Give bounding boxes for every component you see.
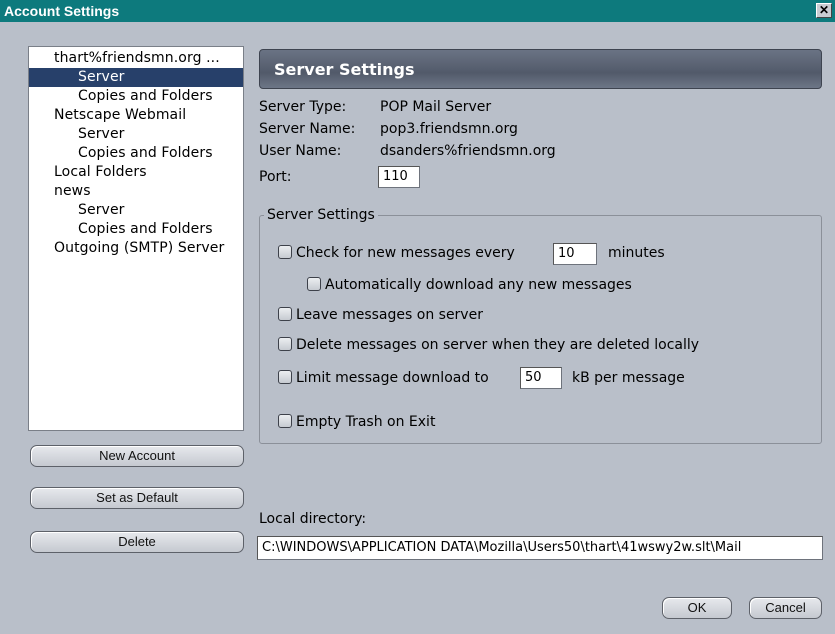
ok-button[interactable]: OK bbox=[662, 597, 732, 619]
server-settings-group-title: Server Settings bbox=[264, 207, 378, 223]
empty-trash-row[interactable]: Empty Trash on Exit bbox=[278, 412, 435, 432]
server-type-label: Server Type: bbox=[259, 99, 347, 115]
minutes-label: minutes bbox=[608, 245, 665, 261]
window-title: Account Settings bbox=[4, 3, 120, 19]
port-label: Port: bbox=[259, 169, 292, 185]
delete-on-server-checkbox[interactable] bbox=[278, 337, 292, 351]
check-new-messages-row[interactable]: Check for new messages every bbox=[278, 243, 515, 263]
tree-item-news-server[interactable]: Server bbox=[29, 201, 243, 220]
tree-item-outgoing-smtp[interactable]: Outgoing (SMTP) Server bbox=[29, 239, 243, 258]
server-name-value: pop3.friendsmn.org bbox=[380, 121, 518, 137]
delete-on-server-row[interactable]: Delete messages on server when they are … bbox=[278, 335, 699, 355]
empty-trash-checkbox[interactable] bbox=[278, 414, 292, 428]
tree-item-server[interactable]: Server bbox=[29, 68, 243, 87]
port-input[interactable]: 110 bbox=[378, 166, 420, 188]
cancel-button[interactable]: Cancel bbox=[749, 597, 822, 619]
auto-download-row[interactable]: Automatically download any new messages bbox=[307, 275, 632, 295]
check-new-messages-checkbox[interactable] bbox=[278, 245, 292, 259]
tree-item-webmail-server[interactable]: Server bbox=[29, 125, 243, 144]
tree-item-netscape-webmail[interactable]: Netscape Webmail bbox=[29, 106, 243, 125]
leave-on-server-checkbox[interactable] bbox=[278, 307, 292, 321]
server-type-value: POP Mail Server bbox=[380, 99, 492, 115]
delete-on-server-label: Delete messages on server when they are … bbox=[296, 337, 700, 353]
kb-per-message-label: kB per message bbox=[572, 370, 685, 386]
close-icon: ✕ bbox=[818, 3, 830, 17]
local-directory-label: Local directory: bbox=[259, 511, 367, 527]
limit-download-checkbox[interactable] bbox=[278, 370, 292, 384]
tree-item-local-folders[interactable]: Local Folders bbox=[29, 163, 243, 182]
limit-download-row[interactable]: Limit message download to bbox=[278, 368, 489, 388]
leave-on-server-label: Leave messages on server bbox=[296, 307, 483, 323]
leave-on-server-row[interactable]: Leave messages on server bbox=[278, 305, 483, 325]
title-bar: Account Settings ✕ bbox=[0, 0, 835, 22]
tree-item-news-copies-folders[interactable]: Copies and Folders bbox=[29, 220, 243, 239]
tree-item-account[interactable]: thart%friendsmn.org ... bbox=[29, 49, 243, 68]
tree-item-news[interactable]: news bbox=[29, 182, 243, 201]
close-button[interactable]: ✕ bbox=[816, 3, 832, 18]
set-default-button[interactable]: Set as Default bbox=[30, 487, 244, 509]
auto-download-label: Automatically download any new messages bbox=[325, 277, 632, 293]
server-name-label: Server Name: bbox=[259, 121, 356, 137]
empty-trash-label: Empty Trash on Exit bbox=[296, 414, 436, 430]
tree-item-webmail-copies-folders[interactable]: Copies and Folders bbox=[29, 144, 243, 163]
user-name-label: User Name: bbox=[259, 143, 342, 159]
limit-download-label: Limit message download to bbox=[296, 370, 489, 386]
tree-item-copies-folders[interactable]: Copies and Folders bbox=[29, 87, 243, 106]
delete-button[interactable]: Delete bbox=[30, 531, 244, 553]
local-directory-input[interactable]: C:\WINDOWS\APPLICATION DATA\Mozilla\User… bbox=[257, 536, 823, 560]
auto-download-checkbox[interactable] bbox=[307, 277, 321, 291]
check-new-messages-label: Check for new messages every bbox=[296, 245, 515, 261]
new-account-button[interactable]: New Account bbox=[30, 445, 244, 467]
panel-header: Server Settings bbox=[259, 49, 822, 89]
check-minutes-input[interactable]: 10 bbox=[553, 243, 597, 265]
limit-download-input[interactable]: 50 bbox=[520, 367, 562, 389]
account-tree[interactable]: thart%friendsmn.org ... Server Copies an… bbox=[28, 46, 244, 431]
user-name-value: dsanders%friendsmn.org bbox=[380, 143, 556, 159]
